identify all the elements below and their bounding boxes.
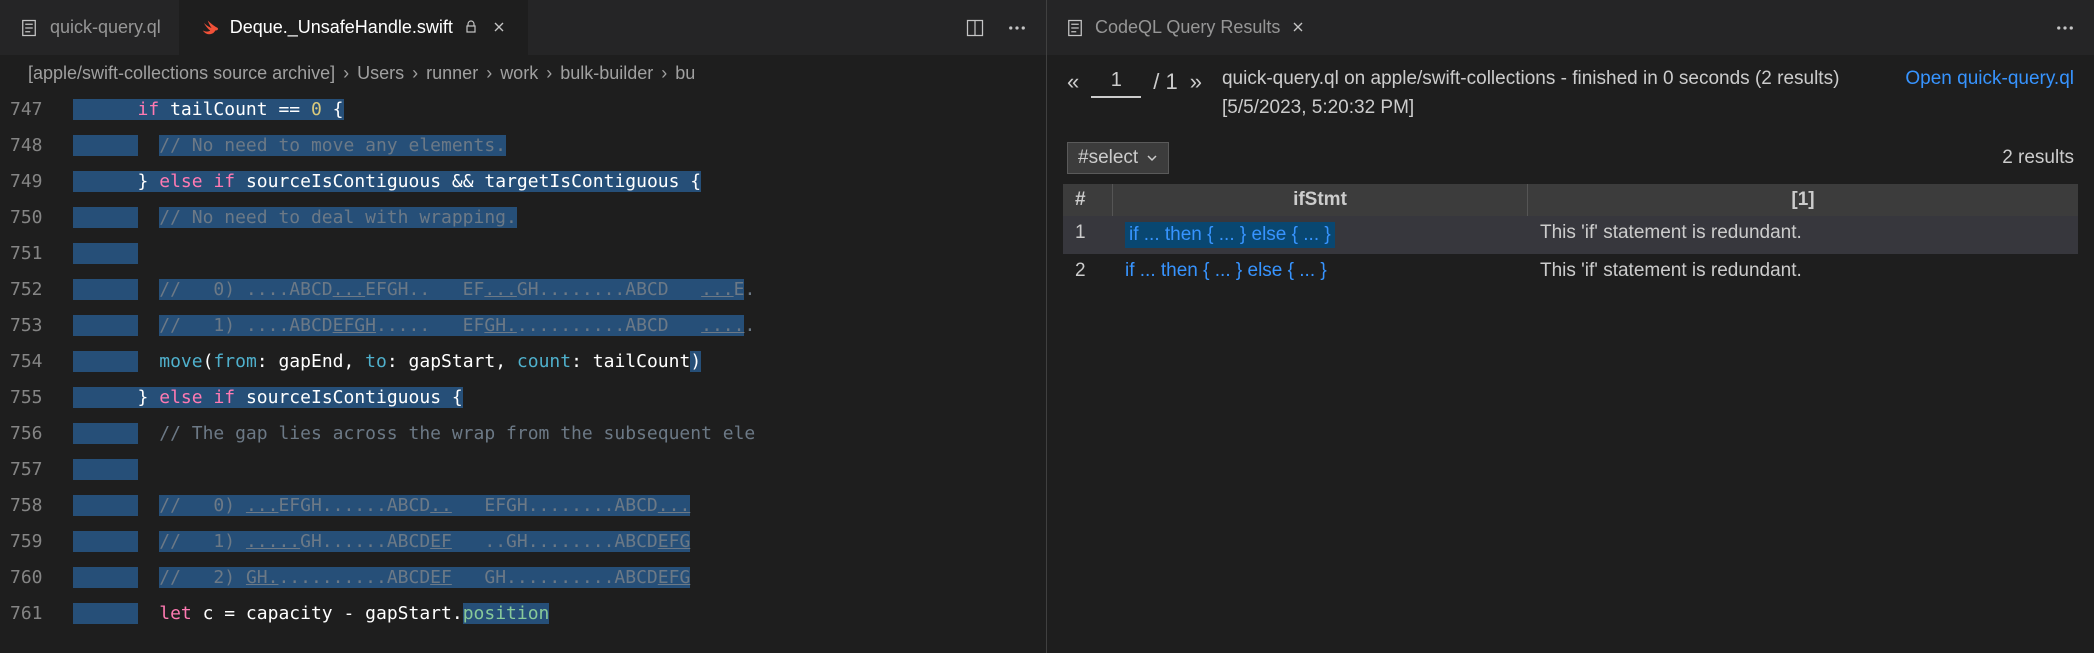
cell-msg: This 'if' statement is redundant.	[1528, 216, 2078, 254]
tab-query-results[interactable]: CodeQL Query Results	[1047, 0, 1326, 55]
cell-num: 2	[1063, 254, 1113, 288]
cell-stmt: if ... then { ... } else { ... }	[1113, 216, 1528, 254]
tab-actions	[964, 0, 1046, 55]
tab-quick-query[interactable]: quick-query.ql	[0, 0, 180, 55]
breadcrumb-part: work	[500, 63, 538, 84]
chevron-right-icon: ›	[343, 63, 349, 84]
code-line: // 0) ....ABCD...EFGH.. EF...GH........A…	[73, 272, 1046, 308]
code-line: let c = capacity - gapStart.position	[73, 596, 1046, 632]
prev-page-button[interactable]: «	[1067, 69, 1079, 95]
tab-deque-swift[interactable]: Deque._UnsafeHandle.swift	[180, 0, 528, 55]
cell-num: 1	[1063, 216, 1113, 254]
swift-icon	[198, 17, 220, 39]
code-line	[73, 236, 1046, 272]
close-icon[interactable]	[491, 19, 509, 37]
query-info: quick-query.ql on apple/swift-collection…	[1222, 65, 1885, 122]
breadcrumb-part: runner	[426, 63, 478, 84]
chevron-right-icon: ›	[546, 63, 552, 84]
table-row[interactable]: 1 if ... then { ... } else { ... } This …	[1063, 216, 2078, 254]
breadcrumb-root: [apple/swift-collections source archive]	[28, 63, 335, 84]
chevron-right-icon: ›	[486, 63, 492, 84]
line-number: 757	[10, 452, 43, 488]
cell-stmt: if ... then { ... } else { ... }	[1113, 254, 1528, 288]
breadcrumb-part: bulk-builder	[560, 63, 653, 84]
code-line: // 2) GH...........ABCDEF GH..........AB…	[73, 560, 1046, 596]
file-icon	[18, 17, 40, 39]
line-number: 759	[10, 524, 43, 560]
line-number: 750	[10, 200, 43, 236]
line-number: 752	[10, 272, 43, 308]
results-tabs: CodeQL Query Results	[1047, 0, 2094, 55]
lock-icon	[463, 19, 481, 37]
tab-label: CodeQL Query Results	[1095, 17, 1280, 38]
split-editor-icon[interactable]	[964, 17, 986, 39]
result-link[interactable]: if ... then { ... } else { ... }	[1125, 222, 1335, 248]
line-number: 760	[10, 560, 43, 596]
code-line: } else if sourceIsContiguous {	[73, 380, 1046, 416]
select-row: #select 2 results	[1047, 132, 2094, 184]
line-number: 756	[10, 416, 43, 452]
next-page-button[interactable]: »	[1190, 69, 1202, 95]
line-number: 761	[10, 596, 43, 632]
line-number: 751	[10, 236, 43, 272]
results-count: 2 results	[2002, 147, 2074, 169]
tab-label: Deque._UnsafeHandle.swift	[230, 17, 453, 38]
breadcrumb[interactable]: [apple/swift-collections source archive]…	[0, 55, 1046, 92]
page-total: / 1	[1153, 69, 1177, 95]
code-line: // 0) ...EFGH......ABCD.. EFGH........AB…	[73, 488, 1046, 524]
results-tab-actions	[2054, 0, 2094, 55]
line-number: 758	[10, 488, 43, 524]
code-line: // No need to move any elements.	[73, 128, 1046, 164]
code-line: if tailCount == 0 {	[73, 92, 1046, 128]
results-header: « / 1 » quick-query.ql on apple/swift-co…	[1047, 55, 2094, 132]
close-icon[interactable]	[1290, 19, 1308, 37]
breadcrumb-part: Users	[357, 63, 404, 84]
col-header-msg[interactable]: [1]	[1528, 184, 2078, 216]
code-content[interactable]: if tailCount == 0 { // No need to move a…	[73, 92, 1046, 653]
editor-tabs: quick-query.ql Deque._UnsafeHandle.swift	[0, 0, 1046, 55]
cell-msg: This 'if' statement is redundant.	[1528, 254, 2078, 288]
col-header-stmt[interactable]: ifStmt	[1113, 184, 1528, 216]
table-row[interactable]: 2 if ... then { ... } else { ... } This …	[1063, 254, 2078, 288]
line-number: 753	[10, 308, 43, 344]
chevron-right-icon: ›	[412, 63, 418, 84]
col-header-num[interactable]: #	[1063, 184, 1113, 216]
code-line	[73, 452, 1046, 488]
result-link[interactable]: if ... then { ... } else { ... }	[1125, 260, 1327, 281]
code-line: // No need to deal with wrapping.	[73, 200, 1046, 236]
line-number: 754	[10, 344, 43, 380]
line-number: 748	[10, 128, 43, 164]
table-header: # ifStmt [1]	[1063, 184, 2078, 216]
code-line: // 1) .....GH......ABCDEF ..GH........AB…	[73, 524, 1046, 560]
results-table: # ifStmt [1] 1 if ... then { ... } else …	[1063, 184, 2078, 288]
page-input[interactable]	[1091, 65, 1141, 98]
line-number: 755	[10, 380, 43, 416]
code-line: // The gap lies across the wrap from the…	[73, 416, 1046, 452]
code-line: } else if sourceIsContiguous && targetIs…	[73, 164, 1046, 200]
dropdown-value: #select	[1078, 147, 1138, 169]
pager: « / 1 »	[1067, 65, 1202, 98]
tab-label: quick-query.ql	[50, 17, 161, 38]
chevron-right-icon: ›	[661, 63, 667, 84]
file-icon	[1065, 18, 1085, 38]
code-editor[interactable]: 747 748 749 750 751 752 753 754 755 756 …	[0, 92, 1046, 653]
breadcrumb-part: bu	[675, 63, 695, 84]
result-set-dropdown[interactable]: #select	[1067, 142, 1169, 174]
line-number: 747	[10, 92, 43, 128]
results-pane: CodeQL Query Results « / 1 » quick-query…	[1047, 0, 2094, 653]
code-line: // 1) ....ABCDEFGH..... EFGH...........A…	[73, 308, 1046, 344]
line-gutter: 747 748 749 750 751 752 753 754 755 756 …	[0, 92, 73, 653]
editor-pane: quick-query.ql Deque._UnsafeHandle.swift…	[0, 0, 1047, 653]
chevron-down-icon	[1146, 152, 1158, 164]
more-icon[interactable]	[1006, 17, 1028, 39]
more-icon[interactable]	[2054, 17, 2076, 39]
line-number: 749	[10, 164, 43, 200]
code-line: move(from: gapEnd, to: gapStart, count: …	[73, 344, 1046, 380]
open-query-link[interactable]: Open quick-query.ql	[1905, 65, 2074, 94]
